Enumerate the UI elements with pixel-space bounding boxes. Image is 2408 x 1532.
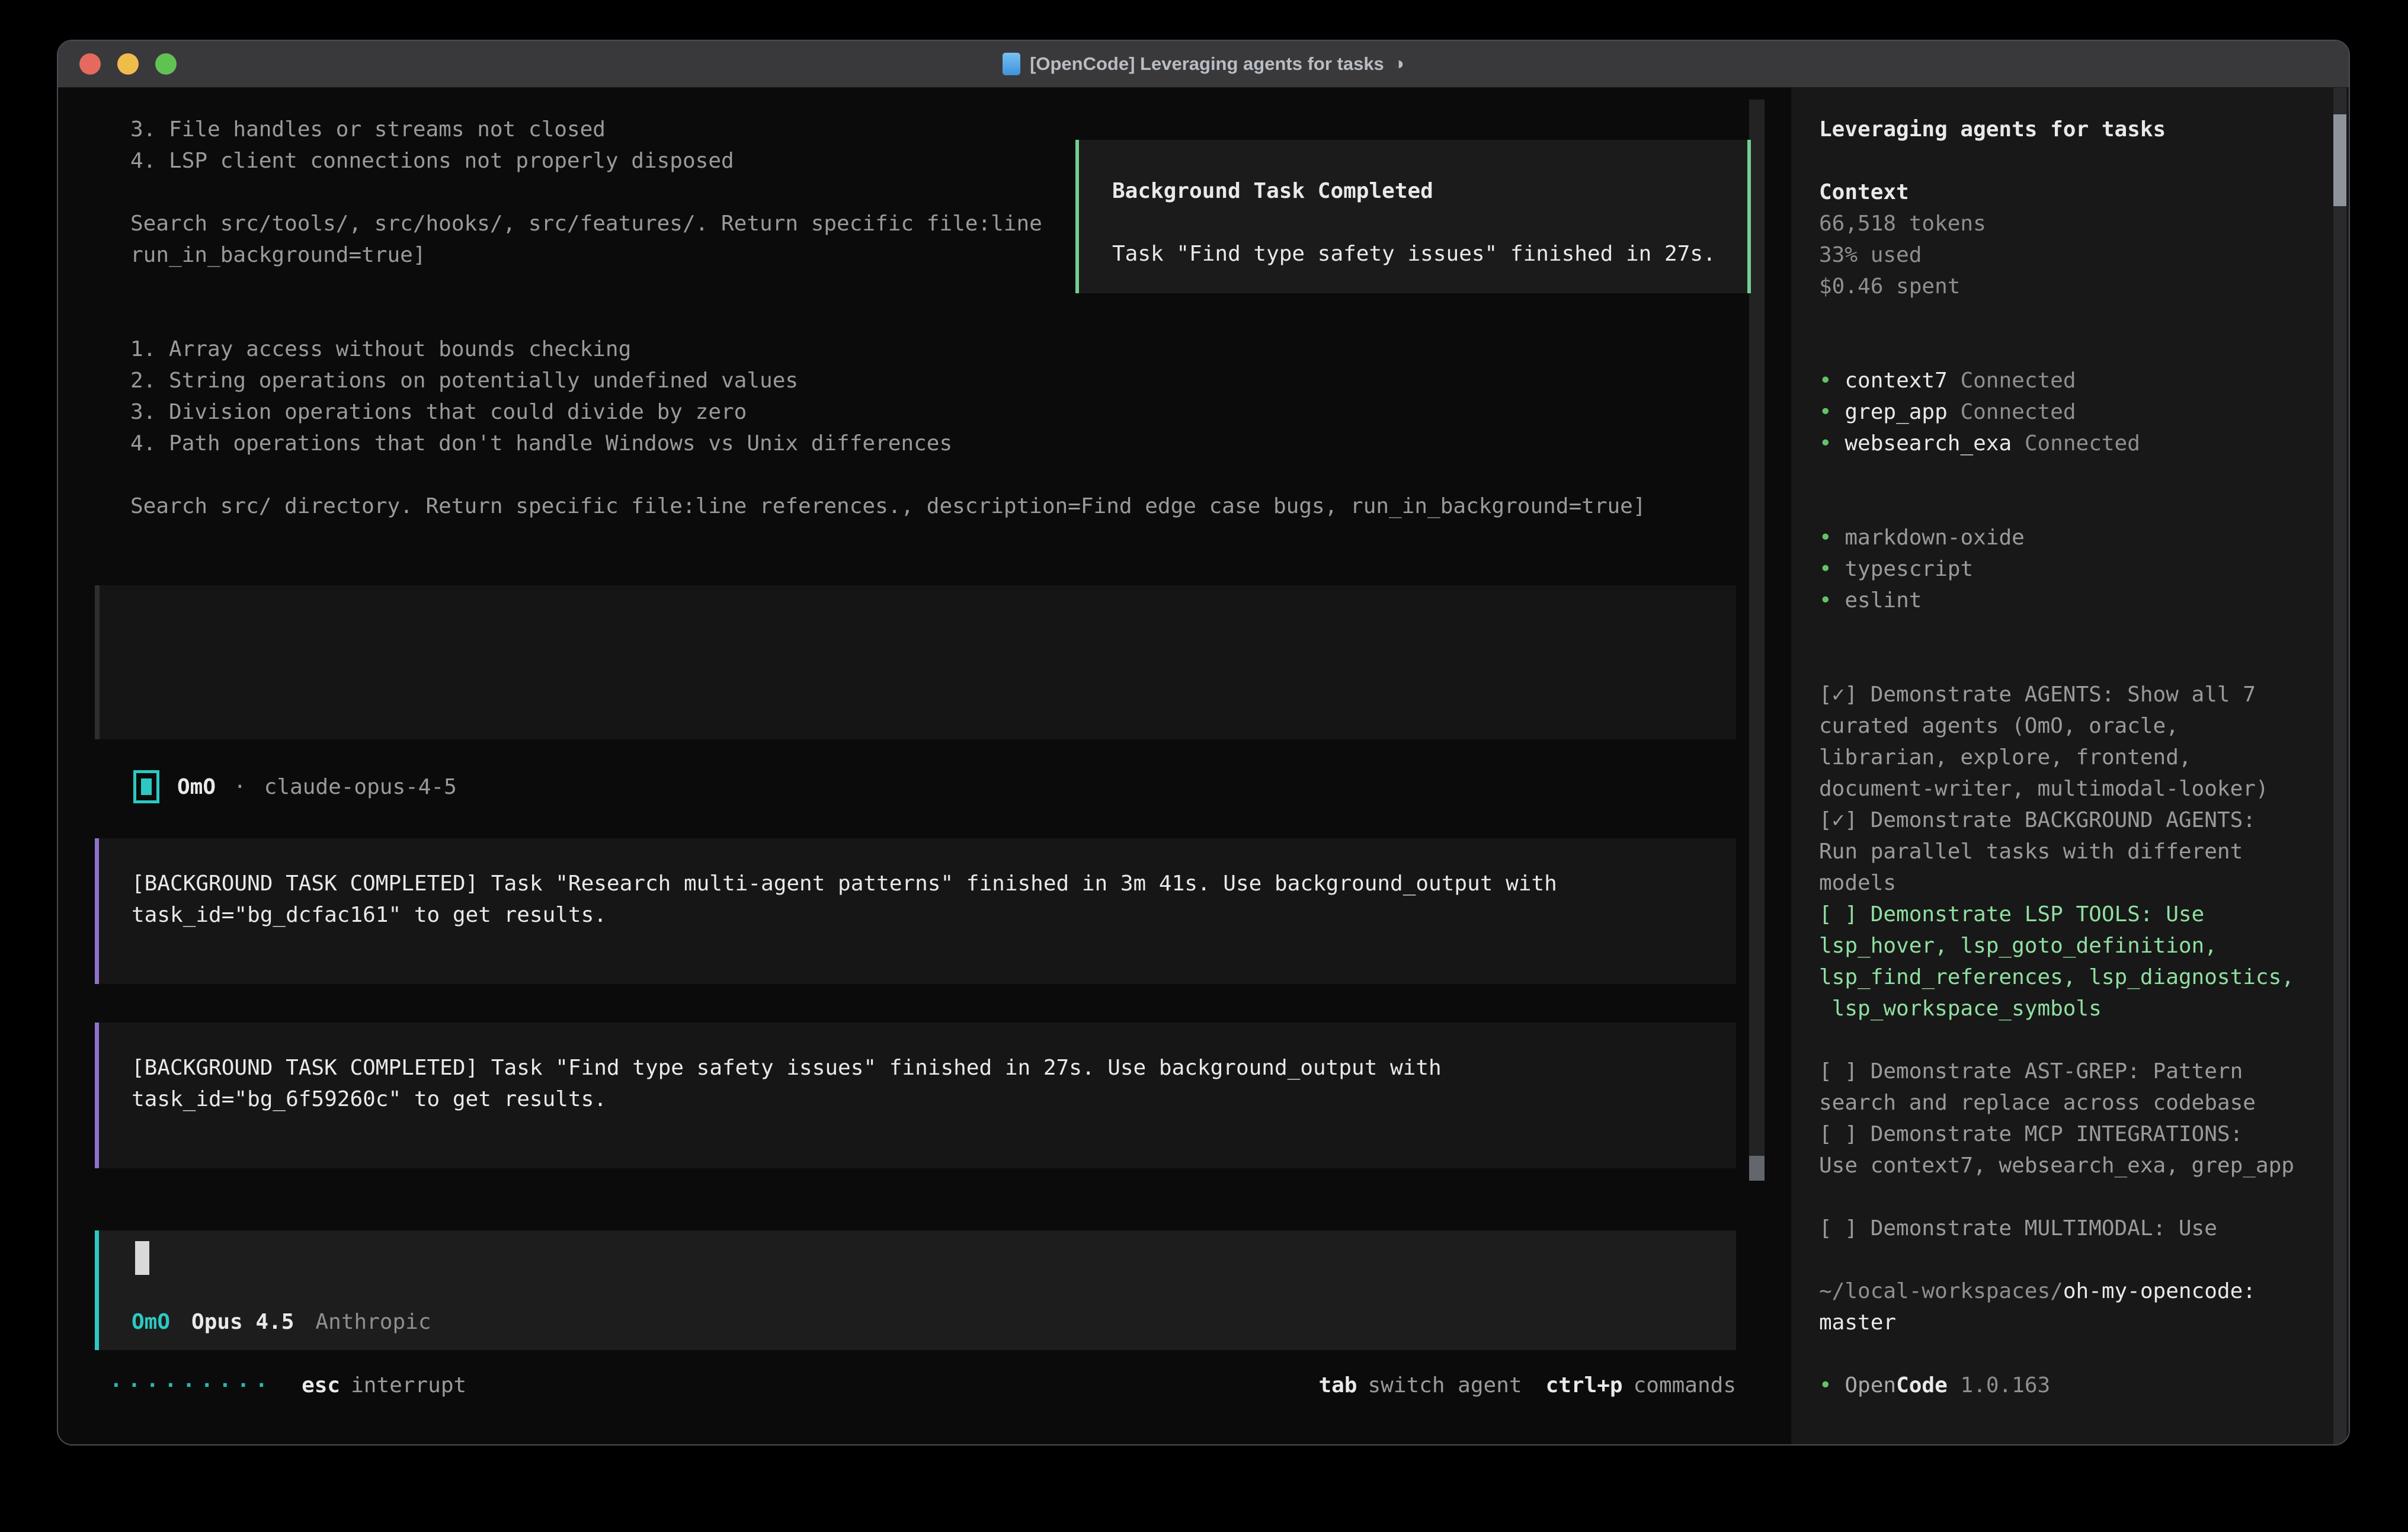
task-result-line: task_id="bg_dcfac161" to get results.: [132, 899, 1736, 931]
scrollback-line: Search src/tools/, src/hooks/, src/featu…: [130, 208, 1042, 239]
mcp-name: context7: [1845, 365, 1947, 396]
status-dot-icon: •: [1819, 365, 1832, 396]
tool-call-line: 4. Path operations that don't handle Win…: [130, 428, 1839, 459]
scrollback-line: run_in_background=true]: [130, 239, 1042, 271]
todo-item-done: [✓] Demonstrate BACKGROUND AGENTS: Run p…: [1819, 805, 2337, 899]
task-result-line: [BACKGROUND TASK COMPLETED] Task "Resear…: [132, 868, 1736, 899]
todo-section-header[interactable]: ▼ Todo: [1819, 648, 2337, 679]
app-name-suffix: Code: [1896, 1370, 1948, 1401]
esc-key-label: interrupt: [351, 1370, 466, 1401]
context-spent: $0.46 spent: [1819, 271, 2337, 302]
mcp-item: • context7 Connected: [1819, 365, 2337, 396]
todo-item-active: [ ] Demonstrate LSP TOOLS: Use lsp_hover…: [1819, 899, 2337, 1024]
ctrlp-key-label: commands: [1634, 1370, 1736, 1401]
mcp-status: Connected: [2025, 428, 2140, 459]
background-task-toast: Background Task Completed Task "Find typ…: [1075, 140, 1751, 293]
version-row: • OpenCode 1.0.163: [1819, 1370, 2337, 1401]
oracle-task-card: ◉ Oracle Task "Deep architecture review"…: [95, 585, 1736, 739]
esc-key-hint: esc: [302, 1370, 340, 1401]
spinner-icon: ·········: [110, 1370, 273, 1401]
prompt-input[interactable]: OmO Opus 4.5 Anthropic: [95, 1230, 1736, 1350]
app-name-prefix: Open: [1845, 1370, 1896, 1401]
task-result-line: task_id="bg_6f59260c" to get results.: [132, 1084, 1736, 1115]
input-model-name: Opus 4.5: [191, 1306, 294, 1338]
sidebar-scrollbar-thumb[interactable]: [2333, 114, 2346, 206]
todo-item-pending: [ ] Demonstrate MCP INTEGRATIONS: Use co…: [1819, 1118, 2337, 1181]
separator-dot: ·: [233, 771, 246, 803]
status-dot-icon: •: [1819, 553, 1832, 585]
chat-scrollbar-thumb[interactable]: [1749, 1156, 1765, 1181]
lsp-item: • markdown-oxide: [1819, 522, 2337, 553]
scrollback-line: 3. File handles or streams not closed: [130, 114, 1042, 145]
app-version: 1.0.163: [1960, 1370, 2050, 1401]
scrollback-line: [130, 177, 1042, 208]
mcp-status: Connected: [1960, 396, 2076, 428]
status-dot-icon: •: [1819, 1370, 1832, 1401]
scrollback-line: 4. LSP client connections not properly d…: [130, 145, 1042, 177]
agent-header: OmO · claude-opus-4-5: [133, 770, 457, 803]
mcp-item: • websearch_exa Connected: [1819, 428, 2337, 459]
tab-key-label: switch agent: [1368, 1370, 1522, 1401]
tool-call-line: [130, 459, 1839, 491]
context-heading: Context: [1819, 177, 2337, 208]
chat-scrollbar[interactable]: [1749, 100, 1765, 1181]
todo-item-done: [✓] Demonstrate AGENTS: Show all 7 curat…: [1819, 679, 2337, 805]
tool-call-line: 2. String operations on potentially unde…: [130, 365, 1839, 396]
moon-icon: ◑: [1394, 54, 1404, 74]
lsp-section-header[interactable]: ▼ LSP: [1819, 491, 2337, 522]
todo-item-pending: [ ] Demonstrate AST-GREP: Pattern search…: [1819, 1056, 2337, 1118]
text-caret: [135, 1241, 149, 1275]
mcp-item: • grep_app Connected: [1819, 396, 2337, 428]
lsp-item: • typescript: [1819, 553, 2337, 585]
mcp-status: Connected: [1960, 365, 2076, 396]
status-dot-icon: •: [1819, 428, 1832, 459]
task-result-card: [BACKGROUND TASK COMPLETED] Task "Find t…: [95, 1023, 1736, 1168]
status-dot-icon: •: [1819, 585, 1832, 616]
agent-name: OmO: [177, 771, 216, 803]
input-provider-name: Anthropic: [315, 1306, 431, 1338]
toast-title: Background Task Completed: [1112, 175, 1747, 207]
context-used: 33% used: [1819, 239, 2337, 271]
mcp-name: websearch_exa: [1845, 428, 2012, 459]
scrollback-text: 3. File handles or streams not closed 4.…: [130, 114, 1042, 271]
session-title: Leveraging agents for tasks: [1819, 114, 2337, 145]
document-icon: [1003, 53, 1020, 75]
lsp-name: markdown-oxide: [1845, 522, 2024, 553]
input-agent-name: OmO: [132, 1306, 170, 1338]
context-tokens: 66,518 tokens: [1819, 208, 2337, 239]
task-result-line: [BACKGROUND TASK COMPLETED] Task "Find t…: [132, 1052, 1736, 1084]
window-titlebar[interactable]: [OpenCode] Leveraging agents for tasks ◑: [58, 41, 2349, 88]
agent-square-icon: [133, 770, 159, 803]
tool-call-line: 3. Division operations that could divide…: [130, 396, 1839, 428]
status-dot-icon: •: [1819, 522, 1832, 553]
status-dot-icon: •: [1819, 396, 1832, 428]
workspace-path: ~/local-workspaces/oh-my-opencode:: [1819, 1275, 2337, 1307]
task-result-card: [BACKGROUND TASK COMPLETED] Task "Resear…: [95, 838, 1736, 984]
mcp-name: grep_app: [1845, 396, 1947, 428]
ctrlp-key-hint: ctrl+p: [1546, 1370, 1623, 1401]
status-bar: ········· esc interrupt tab switch agent…: [95, 1370, 1736, 1401]
tool-call-line: 1. Array access without bounds checking: [130, 334, 1839, 365]
todo-item-pending: [ ] Demonstrate MULTIMODAL: Use: [1819, 1213, 2337, 1244]
workspace-branch: master: [1819, 1307, 2337, 1338]
sidebar-scrollbar[interactable]: [2333, 88, 2346, 1446]
window-title: [OpenCode] Leveraging agents for tasks: [1030, 53, 1384, 75]
lsp-name: typescript: [1845, 553, 1973, 585]
tab-key-hint: tab: [1318, 1370, 1357, 1401]
mcp-section-header[interactable]: ▼ MCP: [1819, 334, 2337, 365]
lsp-item: • eslint: [1819, 585, 2337, 616]
agent-model: claude-opus-4-5: [264, 771, 457, 803]
lsp-name: eslint: [1845, 585, 1922, 616]
chat-pane: 3. File handles or streams not closed 4.…: [58, 88, 1791, 1446]
tool-call-block: ⚙ call_omo_agent [subagent_type=explore,…: [130, 302, 1839, 522]
tool-call-line: Search src/ directory. Return specific f…: [130, 491, 1839, 522]
session-sidebar: Leveraging agents for tasks Context 66,5…: [1791, 88, 2349, 1446]
toast-message: Task "Find type safety issues" finished …: [1112, 238, 1747, 270]
opencode-terminal-window: [OpenCode] Leveraging agents for tasks ◑…: [57, 40, 2350, 1446]
